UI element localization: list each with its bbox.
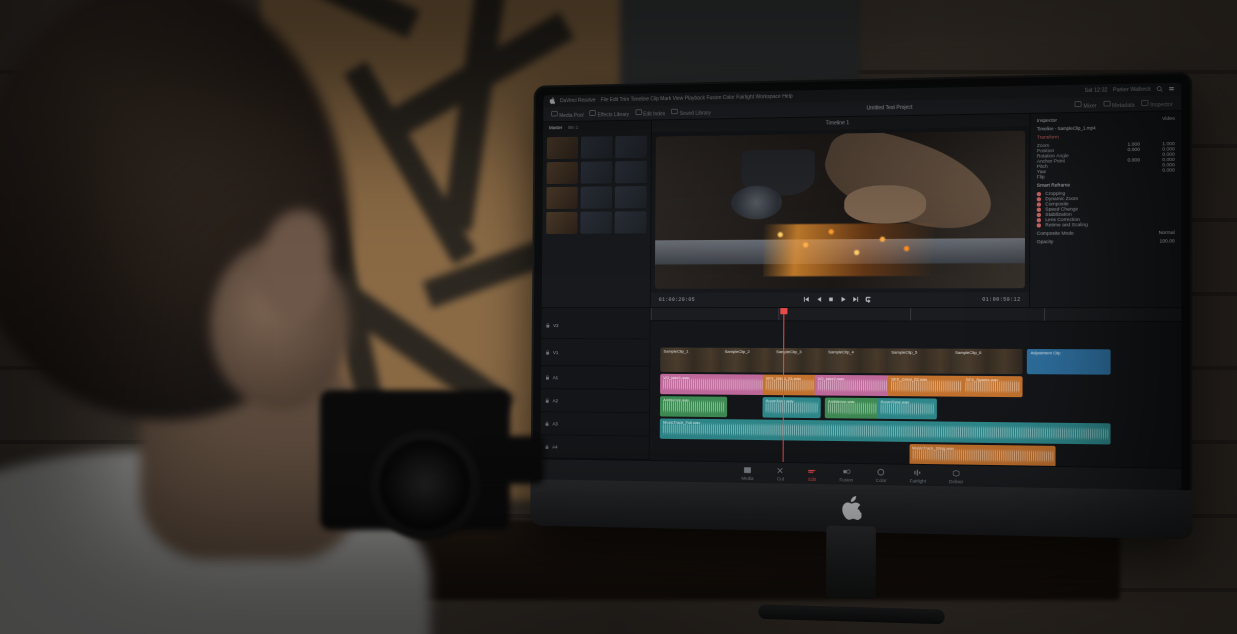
timeline-clip[interactable]: SampleClip_6	[952, 349, 1023, 374]
stop-icon[interactable]	[827, 295, 834, 304]
photo-scene: DaVinci Resolve File Edit Trim Timeline …	[0, 0, 1237, 634]
page-tab-fairlight[interactable]: Fairlight	[910, 467, 926, 483]
track-header[interactable]: V2	[541, 312, 649, 339]
inspector-panel: Inspector Video Timeline - SampleClip_1.…	[1029, 111, 1181, 307]
opacity-value[interactable]: 100.00	[1144, 238, 1175, 243]
program-viewer[interactable]	[655, 131, 1025, 289]
track[interactable]	[650, 320, 1181, 348]
timeline-clip[interactable]: VO_take1.wav	[660, 374, 769, 395]
track[interactable]: SampleClip_1SampleClip_2SampleClip_3Samp…	[650, 346, 1181, 376]
next-clip-icon[interactable]	[852, 295, 859, 304]
media-thumb[interactable]	[615, 211, 647, 233]
timeline-tracks[interactable]: SampleClip_1SampleClip_2SampleClip_3Samp…	[650, 308, 1182, 468]
page-tab-cut[interactable]: Cut	[776, 465, 785, 481]
timeline-clip[interactable]: SampleClip_3	[773, 348, 831, 373]
track-header[interactable]: A3	[541, 412, 649, 436]
play-backward-icon[interactable]	[815, 295, 822, 304]
media-thumb[interactable]	[581, 161, 613, 183]
track-header[interactable]: A4	[540, 435, 648, 460]
menubar-user: Parker Walbeck	[1113, 86, 1151, 93]
timeline-clip[interactable]: MusicTrack_Sting.wav	[909, 444, 1055, 467]
prev-clip-icon[interactable]	[802, 295, 809, 304]
composite-mode-value[interactable]: Normal	[1144, 230, 1175, 235]
apple-menu-icon[interactable]	[549, 97, 555, 106]
page-tab-deliver[interactable]: Deliver	[949, 468, 963, 484]
workspace: Master Bin 1 Timeline 1	[542, 111, 1182, 307]
toolbar-button[interactable]: Media Pool	[551, 109, 584, 119]
inspector-row[interactable]: Flip	[1037, 173, 1175, 180]
toolbar-button[interactable]: Sound Library	[671, 107, 710, 117]
track-header[interactable]: V1	[541, 339, 649, 367]
inspector-section-transform[interactable]: Transform	[1037, 132, 1175, 139]
imac-stand	[789, 531, 914, 623]
project-title: Untitled Test Project	[719, 102, 1066, 115]
preview-frame	[655, 131, 1025, 289]
loop-icon[interactable]	[864, 295, 871, 304]
timeline-clip[interactable]: Adjustment Clip	[1027, 349, 1110, 375]
timeline-clip[interactable]: VO_take2.wav	[814, 375, 894, 396]
page-tab-edit[interactable]: Edit	[808, 466, 817, 482]
media-thumb[interactable]	[546, 187, 577, 209]
track-header[interactable]: A1	[541, 366, 649, 390]
media-thumb[interactable]	[615, 136, 647, 159]
inspector-section[interactable]: Retime and Scaling	[1037, 221, 1175, 227]
timeline-clip[interactable]: SampleClip_2	[722, 348, 780, 373]
media-thumb[interactable]	[615, 186, 647, 208]
app-menus[interactable]: File Edit Trim Timeline Clip Mark View P…	[601, 94, 793, 104]
timeline-clip[interactable]: SampleClip_5	[888, 348, 958, 373]
media-pool-tab[interactable]: Bin 1	[568, 125, 578, 130]
media-thumb[interactable]	[615, 161, 647, 184]
timecode-right: 01:00:59:12	[982, 297, 1020, 303]
timeline: V2V1A1A2A3A4 SampleClip_1SampleClip_2Sam…	[540, 307, 1181, 468]
media-thumb[interactable]	[546, 212, 577, 234]
page-tab-media[interactable]: Media	[741, 465, 753, 481]
track-headers: V2V1A1A2A3A4	[540, 308, 650, 460]
viewer-clip-name: Timeline - SampleClip_1.mp4	[1037, 124, 1175, 131]
timeline-clip[interactable]: SFX_Grind_01.wav	[763, 375, 821, 396]
inspector-tab[interactable]: Video	[1162, 116, 1175, 121]
inspector-smart-reframe[interactable]: Smart Reframe	[1037, 181, 1175, 188]
timeline-clip[interactable]: Ambience.wav	[825, 398, 884, 419]
timeline-clip[interactable]: RoomTone.wav	[877, 398, 936, 419]
track-header[interactable]: A2	[541, 389, 649, 413]
timeline-clip[interactable]: SampleClip_1	[660, 348, 727, 373]
person-foreground	[0, 0, 470, 634]
toolbar-button[interactable]: Inspector	[1141, 98, 1172, 108]
screen: DaVinci Resolve File Edit Trim Timeline …	[540, 83, 1181, 490]
media-thumb[interactable]	[547, 137, 578, 159]
menubar-clock: Sat 12:32	[1084, 87, 1107, 94]
media-thumb[interactable]	[581, 136, 613, 159]
media-thumb[interactable]	[581, 186, 613, 208]
inspector-title: Inspector	[1037, 118, 1057, 124]
timecode-left: 01:00:20:05	[659, 297, 695, 303]
timeline-clip[interactable]: SampleClip_4	[825, 348, 894, 373]
toolbar-button[interactable]: Metadata	[1103, 99, 1135, 109]
timeline-clip[interactable]: RoomTone.wav	[762, 397, 820, 418]
control-center-icon[interactable]	[1168, 84, 1175, 94]
media-thumb[interactable]	[547, 162, 578, 184]
apple-logo-icon	[841, 496, 862, 521]
composite-mode-label: Composite Mode	[1037, 230, 1140, 236]
media-thumb[interactable]	[580, 211, 612, 233]
imac: DaVinci Resolve File Edit Trim Timeline …	[530, 72, 1192, 540]
media-thumbnails[interactable]	[542, 132, 651, 307]
timeline-clip[interactable]: SFX_Grind_02.wav	[888, 375, 969, 396]
media-pool-tab[interactable]: Master	[549, 125, 562, 130]
viewer-column: Timeline 1 01:00:20:05	[651, 114, 1030, 307]
page-tab-fusion[interactable]: Fusion	[839, 466, 853, 482]
toolbar-button[interactable]: Mixer	[1074, 100, 1096, 110]
app-name[interactable]: DaVinci Resolve	[560, 97, 596, 104]
toolbar-button[interactable]: Edit Index	[635, 108, 665, 118]
timeline-clip[interactable]: Ambience.wav	[660, 396, 727, 417]
play-icon[interactable]	[839, 295, 846, 304]
toolbar-button[interactable]: Effects Library	[589, 108, 629, 118]
media-pool: Master Bin 1	[542, 120, 652, 307]
opacity-label: Opacity	[1037, 238, 1140, 244]
timeline-clip[interactable]: SFX_Sparks.wav	[963, 376, 1023, 397]
camera-lens	[380, 440, 470, 530]
page-tab-color[interactable]: Color	[876, 467, 887, 483]
search-icon[interactable]	[1156, 85, 1163, 95]
transport-bar: 01:00:20:05 01:00:59:12	[651, 292, 1029, 307]
